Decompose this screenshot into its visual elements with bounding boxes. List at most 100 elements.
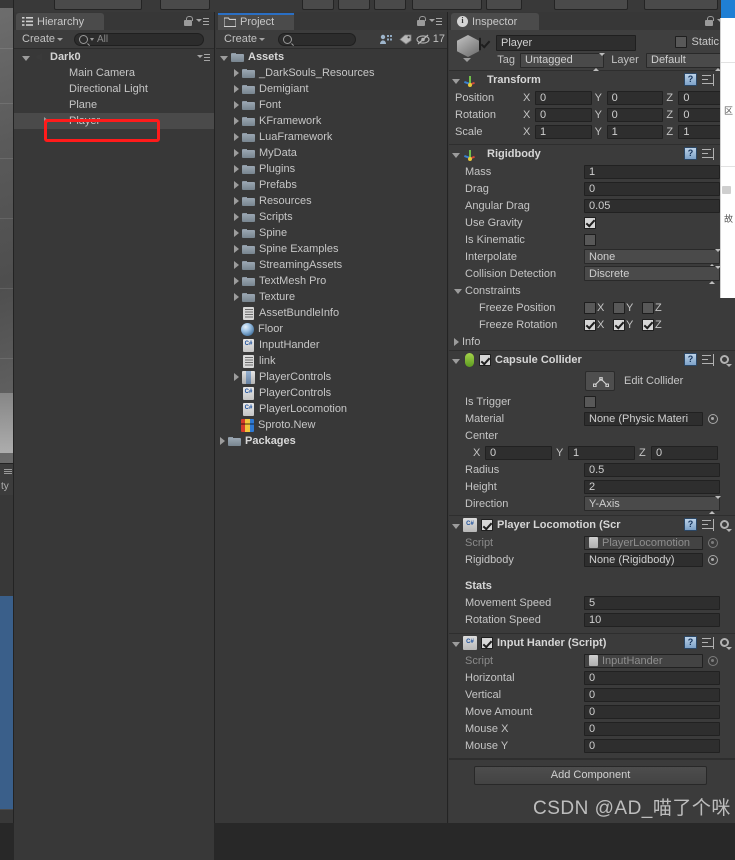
freeze-rotation-z-checkbox[interactable] — [642, 319, 654, 331]
chevron-right-icon[interactable] — [234, 245, 239, 253]
position-y-input[interactable]: 0 — [607, 91, 664, 105]
hierarchy-item-directional-light[interactable]: Directional Light — [14, 81, 214, 97]
position-x-input[interactable]: 0 — [535, 91, 592, 105]
rigidbody-constraints-foldout[interactable]: Constraints — [449, 282, 735, 299]
gameobject-name-input[interactable]: Player — [496, 35, 636, 51]
project-item-spine[interactable]: Spine — [216, 225, 447, 241]
chevron-right-icon[interactable] — [234, 101, 239, 109]
rotation-x-input[interactable]: 0 — [535, 108, 592, 122]
project-item-assets[interactable]: Assets — [216, 49, 447, 65]
project-item-link[interactable]: link — [216, 353, 447, 369]
hierarchy-scene-root[interactable]: Dark0 — [14, 49, 214, 65]
toolbar-cloud-button[interactable] — [486, 0, 522, 10]
input-hander-enabled-checkbox[interactable] — [481, 637, 493, 649]
chevron-down-icon[interactable] — [22, 56, 30, 61]
project-item-playercontrols-asset[interactable]: PlayerControls — [216, 369, 447, 385]
project-search-input[interactable] — [278, 33, 356, 46]
tab-project[interactable]: Project — [218, 13, 294, 30]
project-item-texture[interactable]: Texture — [216, 289, 447, 305]
collision-detection-dropdown[interactable]: Discrete — [584, 266, 720, 281]
project-item-darksouls-resources[interactable]: _DarkSouls_Resources — [216, 65, 447, 81]
filter-by-label-icon[interactable] — [396, 32, 415, 46]
toolbar-pivot-toggle[interactable] — [160, 0, 210, 10]
project-item-resources[interactable]: Resources — [216, 193, 447, 209]
project-create-button[interactable]: Create — [220, 32, 269, 46]
help-icon[interactable] — [684, 147, 697, 160]
chevron-right-icon[interactable] — [234, 261, 239, 269]
hierarchy-menu-icon[interactable] — [196, 17, 209, 26]
hierarchy-item-plane[interactable]: Plane — [14, 97, 214, 113]
direction-dropdown[interactable]: Y-Axis — [584, 496, 720, 511]
is-kinematic-checkbox[interactable] — [584, 234, 596, 246]
toolbar-layout-dropdown[interactable] — [644, 0, 718, 10]
chevron-right-icon[interactable] — [234, 149, 239, 157]
chevron-right-icon[interactable] — [234, 133, 239, 141]
chevron-down-icon[interactable] — [452, 524, 460, 529]
project-item-playerlocomotion-script[interactable]: PlayerLocomotion — [216, 401, 447, 417]
static-checkbox[interactable] — [675, 36, 687, 48]
chevron-down-icon[interactable] — [220, 56, 228, 61]
chevron-right-icon[interactable] — [234, 69, 239, 77]
object-picker-icon[interactable] — [708, 555, 718, 565]
help-icon[interactable] — [684, 518, 697, 531]
project-item-demigiant[interactable]: Demigiant — [216, 81, 447, 97]
main-toolbar[interactable] — [14, 0, 735, 12]
chevron-down-icon[interactable] — [452, 642, 460, 647]
toolbar-step-button[interactable] — [374, 0, 406, 10]
mass-input[interactable]: 1 — [584, 165, 720, 179]
lock-icon[interactable] — [417, 16, 425, 26]
gameobject-enabled-checkbox[interactable] — [479, 38, 481, 50]
help-icon[interactable] — [684, 73, 697, 86]
preset-icon[interactable] — [702, 637, 714, 649]
lock-icon[interactable] — [705, 16, 713, 26]
tag-dropdown[interactable]: Untagged — [520, 53, 604, 68]
mouse-x-input[interactable]: 0 — [584, 722, 720, 736]
center-x-input[interactable]: 0 — [485, 446, 552, 460]
project-item-scripts[interactable]: Scripts — [216, 209, 447, 225]
lock-icon[interactable] — [184, 16, 192, 26]
project-item-luaframework[interactable]: LuaFramework — [216, 129, 447, 145]
hidden-packages-icon[interactable] — [416, 32, 431, 46]
filter-by-type-icon[interactable] — [376, 32, 395, 46]
material-objectfield[interactable]: None (Physic Materi — [584, 412, 703, 426]
chevron-down-icon[interactable] — [454, 289, 462, 294]
chevron-right-icon[interactable] — [220, 437, 225, 445]
player-locomotion-header[interactable]: Player Locomotion (Scr — [449, 516, 735, 534]
layer-dropdown[interactable]: Default — [646, 53, 726, 68]
input-hander-header[interactable]: Input Hander (Script) — [449, 634, 735, 652]
object-picker-icon[interactable] — [708, 414, 718, 424]
project-item-mydata[interactable]: MyData — [216, 145, 447, 161]
gear-icon[interactable] — [719, 354, 731, 366]
add-component-button[interactable]: Add Component — [474, 766, 707, 785]
chevron-right-icon[interactable] — [234, 373, 239, 381]
chevron-right-icon[interactable] — [234, 197, 239, 205]
tab-inspector[interactable]: i Inspector — [451, 13, 539, 30]
rigidbody-header[interactable]: Rigidbody — [449, 145, 735, 163]
left-panel-selected-row[interactable] — [0, 596, 13, 809]
project-item-font[interactable]: Font — [216, 97, 447, 113]
chevron-right-icon[interactable] — [234, 229, 239, 237]
rigidbody-objectfield[interactable]: None (Rigidbody) — [584, 553, 703, 567]
project-item-assetbundleinfo[interactable]: AssetBundleInfo — [216, 305, 447, 321]
tab-hierarchy[interactable]: Hierarchy — [16, 13, 104, 30]
preset-icon[interactable] — [702, 74, 714, 86]
freeze-position-y-checkbox[interactable] — [613, 302, 625, 314]
capsule-collider-enabled-checkbox[interactable] — [479, 354, 491, 366]
rotation-y-input[interactable]: 0 — [607, 108, 664, 122]
radius-input[interactable]: 0.5 — [584, 463, 720, 477]
project-item-packages[interactable]: Packages — [216, 433, 447, 449]
move-amount-input[interactable]: 0 — [584, 705, 720, 719]
freeze-rotation-y-checkbox[interactable] — [613, 319, 625, 331]
left-panel-tabbar[interactable] — [0, 463, 13, 480]
chevron-right-icon[interactable] — [234, 213, 239, 221]
vertical-input[interactable]: 0 — [584, 688, 720, 702]
horizontal-input[interactable]: 0 — [584, 671, 720, 685]
project-item-prefabs[interactable]: Prefabs — [216, 177, 447, 193]
drag-input[interactable]: 0 — [584, 182, 720, 196]
rotation-speed-input[interactable]: 10 — [584, 613, 720, 627]
freeze-position-z-checkbox[interactable] — [642, 302, 654, 314]
preset-icon[interactable] — [702, 354, 714, 366]
chevron-down-icon[interactable] — [452, 153, 460, 158]
gear-icon[interactable] — [719, 637, 731, 649]
angular-drag-input[interactable]: 0.05 — [584, 199, 720, 213]
